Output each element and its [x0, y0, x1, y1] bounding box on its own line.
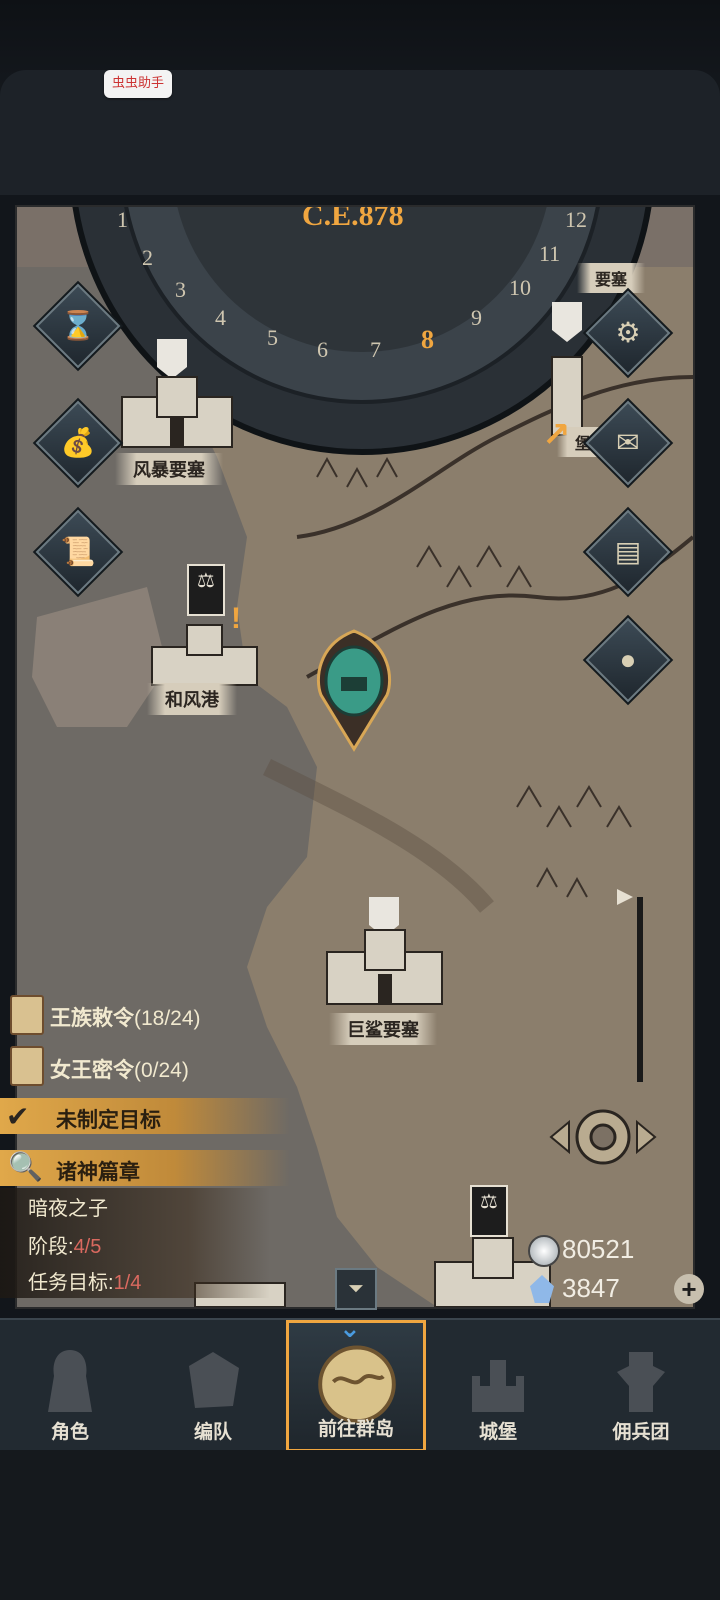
storm-fortress-label[interactable]: 风暴要塞: [115, 453, 223, 485]
month-6: 6: [317, 337, 328, 362]
task-label: 任务目标:: [28, 1272, 114, 1294]
queen-secret-icon: [10, 1046, 44, 1086]
nav-character-label: 角色: [50, 1422, 89, 1443]
storm-fortress-castle[interactable]: [112, 367, 242, 452]
nav-mercenary-label: 佣兵团: [612, 1422, 670, 1443]
month-12: 12: [565, 207, 587, 232]
check-icon: ✔: [6, 1101, 30, 1132]
system-bar: [0, 1450, 720, 1600]
queen-secret-label: 女王密令: [50, 1059, 134, 1082]
target-icon: [549, 1109, 657, 1165]
zoom-slider[interactable]: [637, 897, 643, 1082]
queen-secret-quest[interactable]: 女王密令(0/24): [50, 1054, 189, 1084]
chevron-down-icon: ⌄: [339, 1313, 361, 1343]
knight-icon: [48, 1350, 92, 1412]
harbor-label[interactable]: 和风港: [147, 683, 237, 715]
nav-archipelago[interactable]: ⌄ 前往群岛: [286, 1313, 426, 1452]
chapter-label: 诸神篇章: [56, 1161, 140, 1184]
royal-edict-label: 王族敕令: [50, 1007, 134, 1030]
shark-fortress-label[interactable]: 巨鲨要塞: [329, 1013, 437, 1045]
shark-fortress-castle[interactable]: [317, 922, 452, 1007]
collapse-button[interactable]: ⏷: [335, 1268, 377, 1310]
locate-button[interactable]: [547, 1102, 659, 1172]
hourglass-icon: ⌛: [60, 310, 96, 341]
castle-icon: [472, 1360, 524, 1412]
money-bag-icon: 💰: [60, 427, 96, 458]
silver-amount: 80521: [562, 1234, 635, 1264]
player-marker-icon[interactable]: [315, 625, 393, 753]
silver-icon: [528, 1235, 560, 1267]
task-value: 1/4: [113, 1272, 142, 1294]
nav-character[interactable]: 角色: [0, 1320, 140, 1452]
magnifier-icon: 🔍: [8, 1151, 43, 1182]
bottom-scales-banner-icon: ⚖: [470, 1185, 508, 1237]
task-row: 任务目标:1/4: [28, 1266, 141, 1295]
month-9: 9: [471, 305, 482, 330]
royal-edict-count: (18/24): [134, 1007, 201, 1030]
zoom-flag-icon: [617, 889, 633, 905]
helmet-shield-icon: [189, 1352, 239, 1408]
nav-formation[interactable]: 编队: [143, 1320, 283, 1452]
mercenary-icon: [617, 1352, 665, 1412]
month-1: 1: [117, 207, 128, 232]
month-2: 2: [142, 245, 153, 270]
month-11: 11: [539, 241, 561, 266]
crystal-amount: 3847: [562, 1273, 620, 1303]
nav-castle-label: 城堡: [478, 1422, 517, 1443]
helper-badge[interactable]: 虫虫助手: [104, 70, 172, 98]
month-3: 3: [175, 277, 186, 302]
collapse-icon: ⏷: [348, 1278, 364, 1300]
gear-icon: ⚙: [615, 317, 641, 348]
month-5: 5: [267, 325, 278, 350]
chapter-panel[interactable]: 暗夜之子 阶段:4/5 任务目标:1/4: [0, 1188, 270, 1298]
month-10: 10: [509, 275, 531, 300]
month-8-current: 8: [421, 325, 434, 354]
book-icon: ▤: [614, 536, 642, 567]
plus-icon: +: [681, 1274, 697, 1304]
nav-archipelago-label: 前往群岛: [317, 1419, 394, 1440]
royal-edict-quest[interactable]: 王族敕令(18/24): [50, 1002, 201, 1032]
coin-icon: ●: [619, 644, 637, 675]
month-4: 4: [215, 305, 226, 330]
nav-castle[interactable]: 城堡: [428, 1320, 568, 1452]
stage-label: 阶段:: [28, 1236, 74, 1258]
scroll-icon: 📜: [60, 536, 96, 567]
no-target-label: 未制定目标: [56, 1109, 161, 1132]
bottom-nav: 角色 编队 ⌄ 前往群岛 城堡 佣兵团: [0, 1313, 720, 1452]
mail-icon: ✉: [616, 427, 640, 458]
harbor-castle[interactable]: [147, 617, 262, 687]
chapter-bar[interactable]: [0, 1150, 290, 1186]
north-fortress-label[interactable]: 要塞: [577, 263, 646, 293]
chapter-title: 暗夜之子: [28, 1198, 108, 1220]
month-7: 7: [370, 337, 381, 362]
route-arrow-icon: ↗: [542, 416, 571, 454]
add-currency-button[interactable]: +: [674, 1274, 704, 1304]
nav-mercenary[interactable]: 佣兵团: [571, 1320, 711, 1452]
queen-secret-count: (0/24): [134, 1059, 189, 1082]
stage-row: 阶段:4/5: [28, 1230, 101, 1259]
scales-banner-icon: ⚖: [187, 564, 225, 616]
stage-value: 4/5: [73, 1236, 102, 1258]
year-label: C.E.878: [302, 205, 404, 232]
royal-edict-icon: [10, 995, 44, 1035]
world-map[interactable]: C.E.878 1 2 3 4 5 6 7 8 9 10 11 12 风暴要塞 …: [15, 205, 695, 1309]
nav-formation-label: 编队: [193, 1422, 232, 1443]
